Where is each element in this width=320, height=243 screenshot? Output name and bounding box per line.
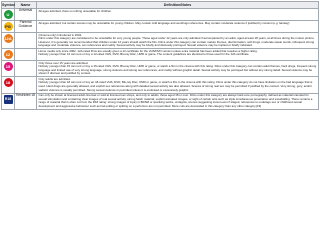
table-row: 18 Only adults are admitted. Nobody youn… [1,76,319,94]
definition-cell: Only adults are admitted. Nobody younger… [36,76,319,94]
table-row: U Universal All ages admitted, there is … [1,8,319,21]
name-cell [14,31,37,50]
definition-cell: Can only be shown at licensed adult cine… [36,92,319,110]
bbfc-u-icon[interactable]: U [3,10,13,19]
bbfc-12a-icon[interactable]: 12A [3,34,13,43]
definition-text: All ages admitted, but certain scenes ma… [38,20,291,25]
name-cell: Restricted 18 [14,92,37,110]
definition-text: Films under this category are considered… [38,36,315,48]
definition-cell: Home media only since 2002. 12A-rated fi… [36,48,319,62]
ratings-table: Symbol Name Definition/Notes U Universal… [1,1,319,110]
bbfc-pg-icon[interactable]: PG [3,22,13,31]
bbfc-18-icon[interactable]: 18 [3,78,13,88]
definition-text: Nobody younger than 12 can rent or buy a… [38,52,250,57]
symbol-cell: 18 [1,76,15,94]
table-row: R18 Restricted 18 Can only be shown at l… [1,92,319,110]
symbol-cell: R18 [1,92,15,110]
header-definition: Definition/Notes [36,1,319,9]
bbfc-15-icon[interactable]: 15 [3,62,13,72]
definition-cell: All ages admitted, there is nothing unsu… [36,8,319,21]
definition-cell: All ages admitted, but certain scenes ma… [36,20,319,33]
symbol-cell: 15 [1,60,15,78]
name-cell [14,76,37,94]
symbol-cell: 12 [1,48,15,62]
definition-text: All ages admitted, there is nothing unsu… [38,8,112,13]
ratings-page: Symbol Name Definition/Notes U Universal… [0,1,320,243]
table-header-row: Symbol Name Definition/Notes [1,1,319,9]
symbol-cell: PG [1,20,15,33]
table-row: 12A (Cinema only) Introduced in 2002. Fi… [1,31,319,50]
symbol-cell: 12A [1,31,15,50]
name-cell [14,48,37,62]
name-cell: Universal [14,8,37,21]
table-row: 12 Home media only since 2002. 12A-rated… [1,48,319,62]
definition-cell: (Cinema only) Introduced in 2002. Films … [36,31,319,50]
definition-text: Nobody younger than 18 can rent or buy a… [38,80,313,92]
name-cell: Parental Guidance [14,20,37,33]
table-row: 15 Only those over 15 years are admitted… [1,60,319,78]
bbfc-12-icon[interactable]: 12 [3,50,13,60]
header-symbol: Symbol [1,1,15,9]
table-row: PG Parental Guidance All ages admitted, … [1,20,319,33]
definition-cell: Only those over 15 years are admitted. N… [36,60,319,78]
definition-text: Nobody younger than 15 can rent or buy a… [38,64,317,76]
bbfc-r18-icon[interactable]: R18 [3,94,13,104]
name-cell [14,60,37,78]
definition-text: Can only be shown at licensed adult cine… [38,93,313,108]
symbol-cell: U [1,8,15,21]
